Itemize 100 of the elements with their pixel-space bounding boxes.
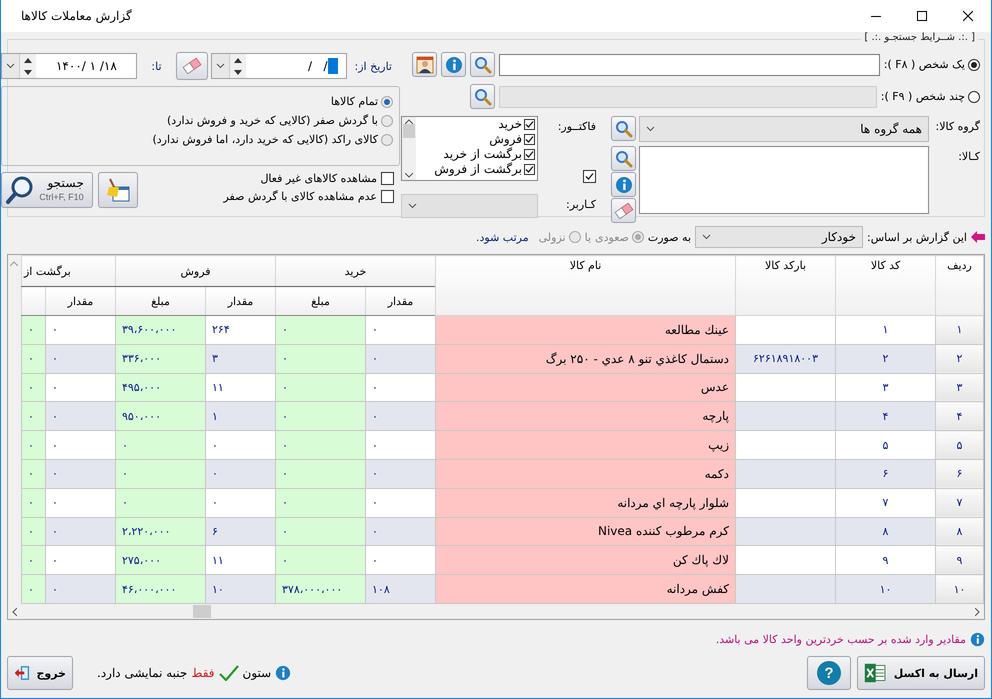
person-mode-radio[interactable]: یک شخص ( F۸ ):	[884, 58, 980, 71]
option-checkbox[interactable]: مشاهده کالاهای غیر فعال	[223, 172, 394, 185]
table-cell: دكمه	[436, 459, 736, 488]
scrollbar-thumb[interactable]	[193, 605, 211, 618]
table-cell: عدس	[436, 373, 736, 402]
contact-card-button[interactable]	[412, 52, 437, 77]
scrollbar[interactable]	[402, 117, 416, 180]
table-cell: ۰	[115, 459, 206, 488]
broom-icon	[105, 177, 132, 203]
column-header[interactable]: مقدار	[206, 286, 276, 316]
search-button[interactable]	[470, 84, 495, 109]
checkbox[interactable]	[381, 172, 394, 185]
list-item-label: برگشت از خرید	[443, 147, 522, 162]
option-checkbox[interactable]: عدم مشاهده کالای با گردش صفر	[223, 190, 394, 203]
table-cell: ۴۶،۰۰۰،۰۰۰	[115, 574, 206, 604]
filter-radio[interactable]: با گردش صفر (کالایی که خرید و فروش ندارد)	[8, 114, 393, 127]
table-cell: ۰	[276, 373, 366, 402]
date-to-field[interactable]: ۱۴۰۰/ ۱ /۱۸	[1, 53, 138, 79]
spin-buttons[interactable]	[20, 54, 36, 78]
panel-legend: [ .:. شــرایط جستجـو .:. ]	[861, 32, 978, 43]
column-header[interactable]: ردیف	[936, 256, 984, 316]
table-cell: ۳۷۸،۰۰۰،۰۰۰	[276, 574, 366, 604]
radio-button[interactable]	[968, 58, 980, 70]
note-text: مقادیر وارد شده بر حسب خردترین واحد کالا می باشد.	[716, 633, 966, 646]
row-header[interactable]: ۷	[936, 488, 984, 518]
column-header[interactable]: مقدار	[45, 286, 116, 316]
row-header[interactable]: ۹	[936, 546, 984, 575]
checkbox[interactable]	[524, 164, 535, 175]
table-cell: لاك پاك كن	[436, 546, 736, 575]
scrollbar[interactable]	[8, 604, 984, 619]
table-cell: ۶۲۶۱۸۹۱۸۰۰۳	[736, 344, 836, 374]
column-header[interactable]: بارکد کالا	[736, 256, 836, 316]
search-button[interactable]	[470, 52, 495, 77]
column-header[interactable]: مبلغ	[276, 286, 366, 316]
goods-group-dropdown[interactable]: همه گروه ها	[639, 116, 929, 142]
row-header[interactable]: ۸	[936, 517, 984, 546]
invoice-type-list[interactable]: خرید فروش برگشت از خرید برگشت از فروش	[401, 116, 538, 181]
table-cell: ۹۵۰،۰۰۰	[115, 402, 206, 431]
column-group-header: فروش	[115, 256, 276, 286]
row-header[interactable]: ۶	[936, 459, 984, 488]
row-header[interactable]: ۳	[936, 373, 984, 402]
checkbox[interactable]	[524, 134, 535, 145]
person-field[interactable]	[499, 54, 880, 76]
row-header[interactable]: ۴	[936, 402, 984, 431]
table-cell: كفش مردانه	[436, 574, 736, 604]
checkbox[interactable]	[381, 190, 394, 203]
radio-button[interactable]	[568, 231, 581, 243]
column-header[interactable]: کد کالا	[836, 256, 936, 316]
search-icon	[614, 120, 632, 138]
radio-button[interactable]	[968, 90, 980, 102]
filter-radio[interactable]: تمام کالاها	[8, 95, 393, 108]
eraser-button[interactable]	[176, 52, 208, 80]
sort-dropdown[interactable]: خودکار	[695, 226, 864, 248]
info-button[interactable]	[441, 52, 466, 77]
row-header[interactable]: ۱۰	[936, 574, 984, 604]
table-cell: ۰	[366, 373, 436, 402]
info-button[interactable]	[611, 172, 636, 197]
table-cell: ۰	[276, 344, 366, 374]
table-cell: ۵	[836, 430, 936, 460]
column-header[interactable]: مبلغ	[115, 286, 206, 316]
checkbox[interactable]	[524, 149, 535, 160]
scrollbar-thumb[interactable]	[403, 124, 415, 138]
eraser-button[interactable]	[611, 198, 636, 223]
row-header[interactable]: ۲	[936, 344, 984, 374]
search-button[interactable]	[611, 146, 636, 171]
table-cell: ۰	[276, 488, 366, 518]
eraser-icon	[614, 202, 634, 218]
table-cell: ۶	[206, 517, 276, 546]
table-cell: ۰	[45, 344, 116, 374]
field-label: کـاربر:	[565, 196, 596, 213]
column-header[interactable]: نام کالا	[436, 256, 736, 316]
table-cell: ۰	[21, 488, 46, 518]
date-from-field[interactable]: / /	[210, 53, 347, 79]
help-button[interactable]: ?	[807, 656, 851, 690]
window-title: گزارش معاملات کالاها	[21, 9, 133, 23]
radio-button[interactable]	[381, 96, 393, 108]
radio-button[interactable]	[381, 134, 393, 146]
search-button[interactable]	[611, 116, 636, 141]
table-cell: ۰	[45, 316, 116, 344]
radio-button[interactable]	[381, 114, 393, 126]
contact-card-icon	[416, 56, 434, 74]
person-field[interactable]	[499, 86, 877, 108]
row-header[interactable]: ۱	[936, 316, 984, 344]
table-cell: ۱۱	[206, 373, 276, 402]
scrollbar[interactable]	[8, 255, 21, 604]
field-label: گروه کالا:	[934, 119, 980, 135]
table-cell: ۲۶۴	[206, 316, 276, 344]
column-header[interactable]: مقدار	[366, 286, 436, 316]
export-excel-button[interactable]: ارسال به اکسل	[857, 656, 985, 690]
goods-field[interactable]	[639, 146, 929, 214]
column-group-header: برگشت از	[21, 256, 116, 286]
row-header[interactable]: ۵	[936, 430, 984, 460]
clear-button[interactable]	[98, 172, 138, 208]
person-mode-radio[interactable]: چند شخص ( F۹ ):	[880, 90, 980, 103]
table-cell: ۰	[366, 402, 436, 431]
exit-button[interactable]: خروج	[7, 656, 73, 690]
checkbox[interactable]	[524, 119, 535, 130]
checkbox[interactable]	[583, 170, 596, 182]
spin-buttons[interactable]	[230, 54, 246, 78]
filter-radio[interactable]: کالای راکد (کالایی که خرید دارد، اما فروش ندارد)	[8, 133, 393, 146]
